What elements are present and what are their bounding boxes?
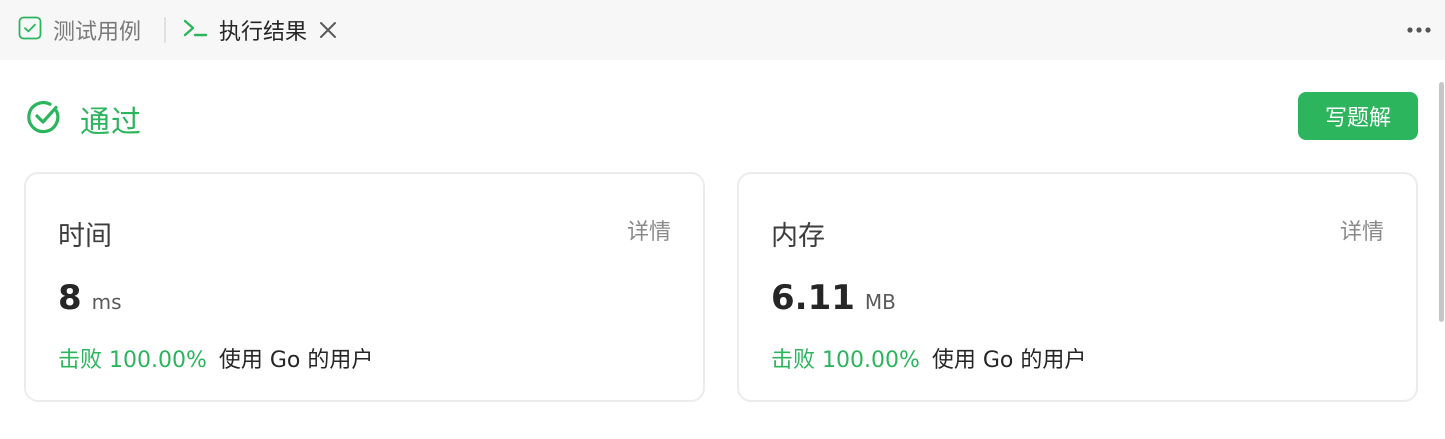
time-beats-suffix: 使用 Go 的用户 — [218, 348, 374, 373]
time-beats-line: 击败 100.00% 使用 Go 的用户 — [58, 342, 373, 374]
write-solution-button[interactable]: 写题解 — [1298, 92, 1418, 140]
time-card: 时间 详情 8 ms 击败 100.00% 使用 Go 的用户 — [24, 172, 705, 402]
more-icon[interactable] — [1404, 20, 1434, 40]
memory-value: 6.11 MB — [771, 278, 896, 318]
memory-card: 内存 详情 6.11 MB 击败 100.00% 使用 Go 的用户 — [737, 172, 1418, 402]
checkbox-icon — [18, 16, 42, 44]
memory-detail-link[interactable]: 详情 — [1340, 214, 1384, 246]
time-beats-percent: 击败 100.00% — [58, 348, 207, 373]
time-value: 8 ms — [58, 278, 122, 318]
memory-beats-percent: 击败 100.00% — [771, 348, 920, 373]
status-label: 通过 — [80, 105, 142, 140]
tab-testcases-label: 测试用例 — [53, 20, 142, 45]
tab-result[interactable]: 执行结果 — [182, 0, 338, 60]
scrollbar[interactable] — [1439, 82, 1444, 322]
terminal-icon — [182, 16, 208, 44]
tab-testcases[interactable]: 测试用例 — [18, 0, 141, 60]
tab-result-label: 执行结果 — [219, 20, 308, 45]
check-circle-icon — [26, 99, 62, 139]
memory-value-unit: MB — [864, 290, 896, 314]
memory-beats-suffix: 使用 Go 的用户 — [931, 348, 1087, 373]
time-detail-link[interactable]: 详情 — [627, 214, 671, 246]
close-icon[interactable] — [318, 20, 338, 40]
tab-bar: 测试用例 执行结果 — [0, 0, 1445, 60]
time-value-unit: ms — [91, 290, 122, 314]
time-card-title: 时间 — [58, 221, 112, 252]
memory-beats-line: 击败 100.00% 使用 Go 的用户 — [771, 342, 1086, 374]
memory-value-number: 6.11 — [771, 278, 855, 318]
result-status: 通过 — [26, 98, 142, 140]
tab-divider — [164, 17, 166, 43]
time-value-number: 8 — [58, 278, 82, 318]
memory-card-title: 内存 — [771, 221, 825, 252]
